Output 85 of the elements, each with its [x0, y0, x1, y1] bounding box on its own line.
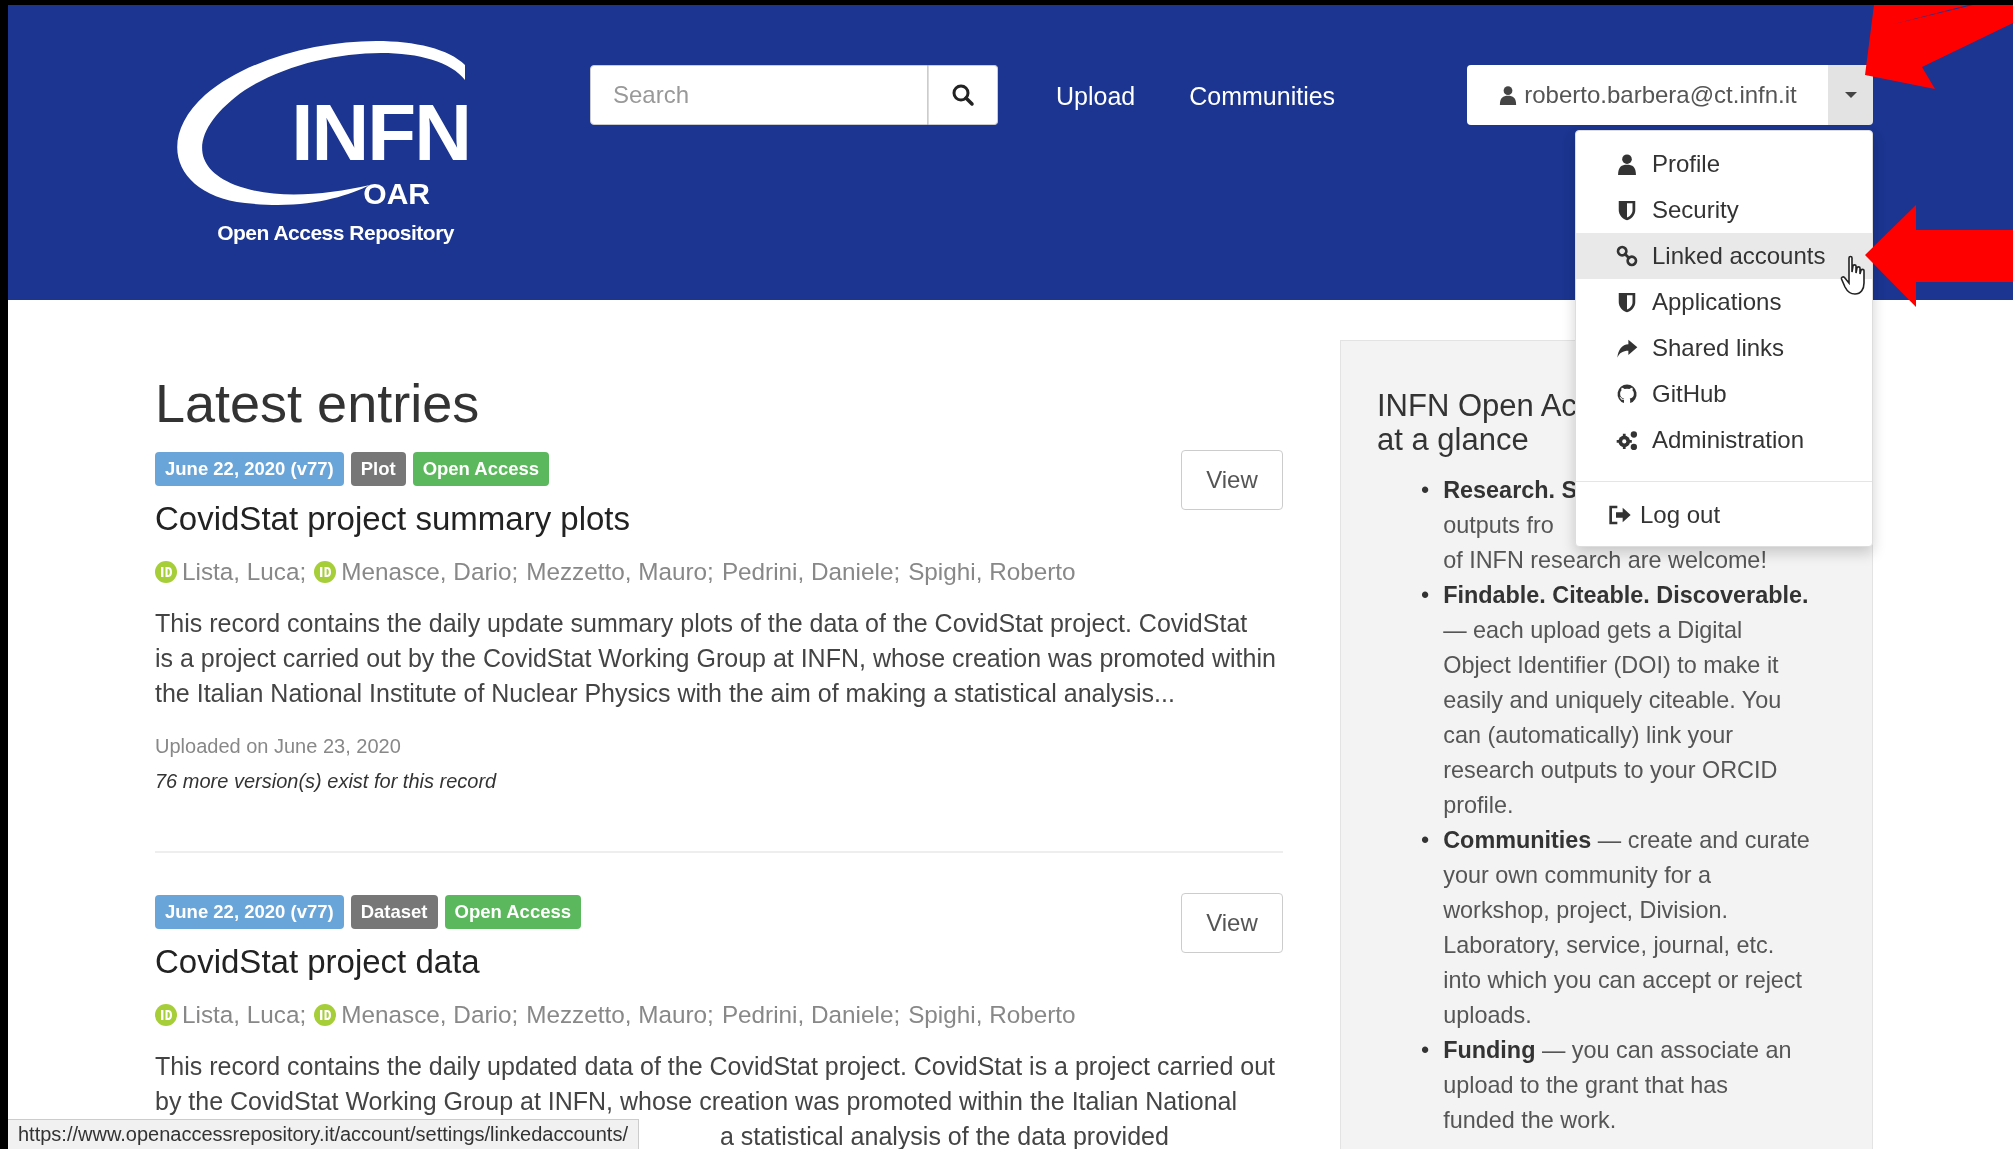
- section-heading: Latest entries: [155, 372, 481, 435]
- upload-date: Uploaded on June 23, 2020: [155, 734, 402, 758]
- feature-text-line: research outputs to your ORCID: [1443, 756, 1778, 785]
- feature-text-line: into which you can accept or reject: [1443, 966, 1803, 995]
- id-badge-icon: [155, 560, 177, 583]
- bullet-mark: •: [1421, 581, 1430, 610]
- description-line: by the CovidStat Working Group at INFN, whose creation was promoted within the Italian National: [155, 1085, 1238, 1117]
- bullet-mark: •: [1421, 1036, 1430, 1065]
- infn-logo[interactable]: INFN OAR Open Access Repository: [160, 35, 490, 245]
- panel-heading: at a glance: [1377, 423, 1529, 457]
- view-button[interactable]: View: [1181, 892, 1283, 953]
- person-icon: [1616, 153, 1638, 175]
- shield-icon: [1616, 291, 1638, 313]
- logo-subtitle: OAR: [363, 179, 430, 209]
- feature-text-line: — each upload gets a Digital: [1443, 616, 1743, 645]
- author-name[interactable]: Pedrini, Daniele;: [721, 557, 901, 586]
- feature-text-line: Object Identifier (DOI) to make it: [1443, 651, 1779, 680]
- versions-note: 76 more version(s) exist for this record: [155, 769, 498, 793]
- author-name[interactable]: Spighi, Roberto: [908, 1000, 1076, 1029]
- feature-text-line: profile.: [1443, 791, 1514, 820]
- search-field[interactable]: Search: [590, 65, 928, 125]
- feature-text-line: of INFN research are welcome!: [1443, 546, 1767, 575]
- menu-item[interactable]: Shared links: [1576, 325, 1872, 371]
- author-name[interactable]: Menasce, Dario;: [341, 1000, 519, 1029]
- menu-item[interactable]: Applications: [1576, 279, 1872, 325]
- menu-item[interactable]: GitHub: [1576, 371, 1872, 417]
- github-icon: [1616, 383, 1638, 405]
- feature-text-line: Research. S: [1443, 476, 1578, 505]
- access-label: Open Access: [444, 894, 582, 929]
- access-label: Open Access: [412, 451, 550, 486]
- feature-text-line: upload to the grant that has: [1443, 1071, 1728, 1100]
- caret-icon: [1843, 91, 1858, 99]
- id-badge-icon: [314, 1003, 337, 1026]
- date-label: June 22, 2020 (v77): [155, 451, 344, 486]
- gears-icon: [1616, 429, 1638, 451]
- author-name[interactable]: Spighi, Roberto: [908, 557, 1076, 586]
- status-bar-url: https://www.openaccessrepository.it/account/settings/linkedaccounts/: [8, 1119, 639, 1149]
- author-name[interactable]: Lista, Luca;: [182, 1000, 307, 1029]
- feature-text-line: Funding — you can associate an: [1443, 1036, 1792, 1065]
- author-name[interactable]: Mezzetto, Mauro;: [526, 1000, 714, 1029]
- description-line: is a project carried out by the CovidStat Working Group at INFN, whose creation was promoted within: [155, 642, 1277, 674]
- type-label: Dataset: [350, 894, 438, 929]
- id-badge-icon: [155, 1003, 177, 1026]
- feature-text-line: Findable. Citeable. Discoverable.: [1443, 581, 1809, 610]
- feature-text-line: Communities — create and curate: [1443, 826, 1810, 855]
- bullet-mark: •: [1421, 826, 1430, 855]
- person-icon: [1498, 84, 1519, 106]
- panel-heading: INFN Open Ac: [1377, 389, 1577, 423]
- feature-text-line: Laboratory, service, journal, etc.: [1443, 931, 1775, 960]
- logout-icon: [1608, 504, 1632, 526]
- logo-tagline: Open Access Repository: [217, 221, 454, 245]
- share-arrow-icon: [1616, 337, 1638, 359]
- id-badge-icon: [314, 560, 337, 583]
- view-button[interactable]: View: [1181, 449, 1283, 510]
- shield-icon: [1616, 199, 1638, 221]
- description-line: the Italian National Institute of Nuclear Physics with the aim of making a statistical analysis...: [155, 677, 1176, 709]
- bullet-mark: •: [1421, 476, 1430, 505]
- menu-item[interactable]: Profile: [1576, 141, 1872, 187]
- date-label: June 22, 2020 (v77): [155, 894, 344, 929]
- feature-text-line: your own community for a: [1443, 861, 1711, 890]
- nav-link[interactable]: Upload: [1056, 82, 1136, 111]
- search-button[interactable]: [928, 65, 998, 125]
- feature-text-line: uploads.: [1443, 1001, 1532, 1030]
- feature-text-line: funded the work.: [1443, 1106, 1617, 1135]
- link-icon: [1616, 245, 1638, 267]
- feature-text-line: workshop, project, Division.: [1443, 896, 1728, 925]
- author-name[interactable]: Mezzetto, Mauro;: [526, 557, 714, 586]
- menu-item[interactable]: Linked accounts: [1576, 233, 1872, 279]
- author-name[interactable]: Menasce, Dario;: [341, 557, 519, 586]
- author-name[interactable]: Pedrini, Daniele;: [721, 1000, 901, 1029]
- description-line: This record contains the daily update summary plots of the data of the CovidStat project. CovidStat: [155, 607, 1249, 639]
- menu-item[interactable]: Administration: [1576, 417, 1872, 463]
- logout-item[interactable]: Log out: [1576, 492, 1872, 538]
- description-line: This record contains the daily updated data of the CovidStat project. CovidStat is a project carried out: [155, 1050, 1277, 1082]
- feature-text-line: outputs fro: [1443, 511, 1554, 540]
- search-icon: [951, 83, 975, 107]
- feature-text-line: easily and uniquely citeable. You: [1443, 686, 1782, 715]
- author-name[interactable]: Lista, Luca;: [182, 557, 307, 586]
- logo-text: INFN: [291, 93, 470, 173]
- feature-text-line: can (automatically) link your: [1443, 721, 1734, 750]
- menu-item[interactable]: Security: [1576, 187, 1872, 233]
- nav-link[interactable]: Communities: [1189, 82, 1336, 111]
- dropdown-toggle-button[interactable]: [1828, 65, 1873, 125]
- type-label: Plot: [350, 451, 406, 486]
- user-account-button[interactable]: roberto.barbera@ct.infn.it: [1467, 65, 1828, 125]
